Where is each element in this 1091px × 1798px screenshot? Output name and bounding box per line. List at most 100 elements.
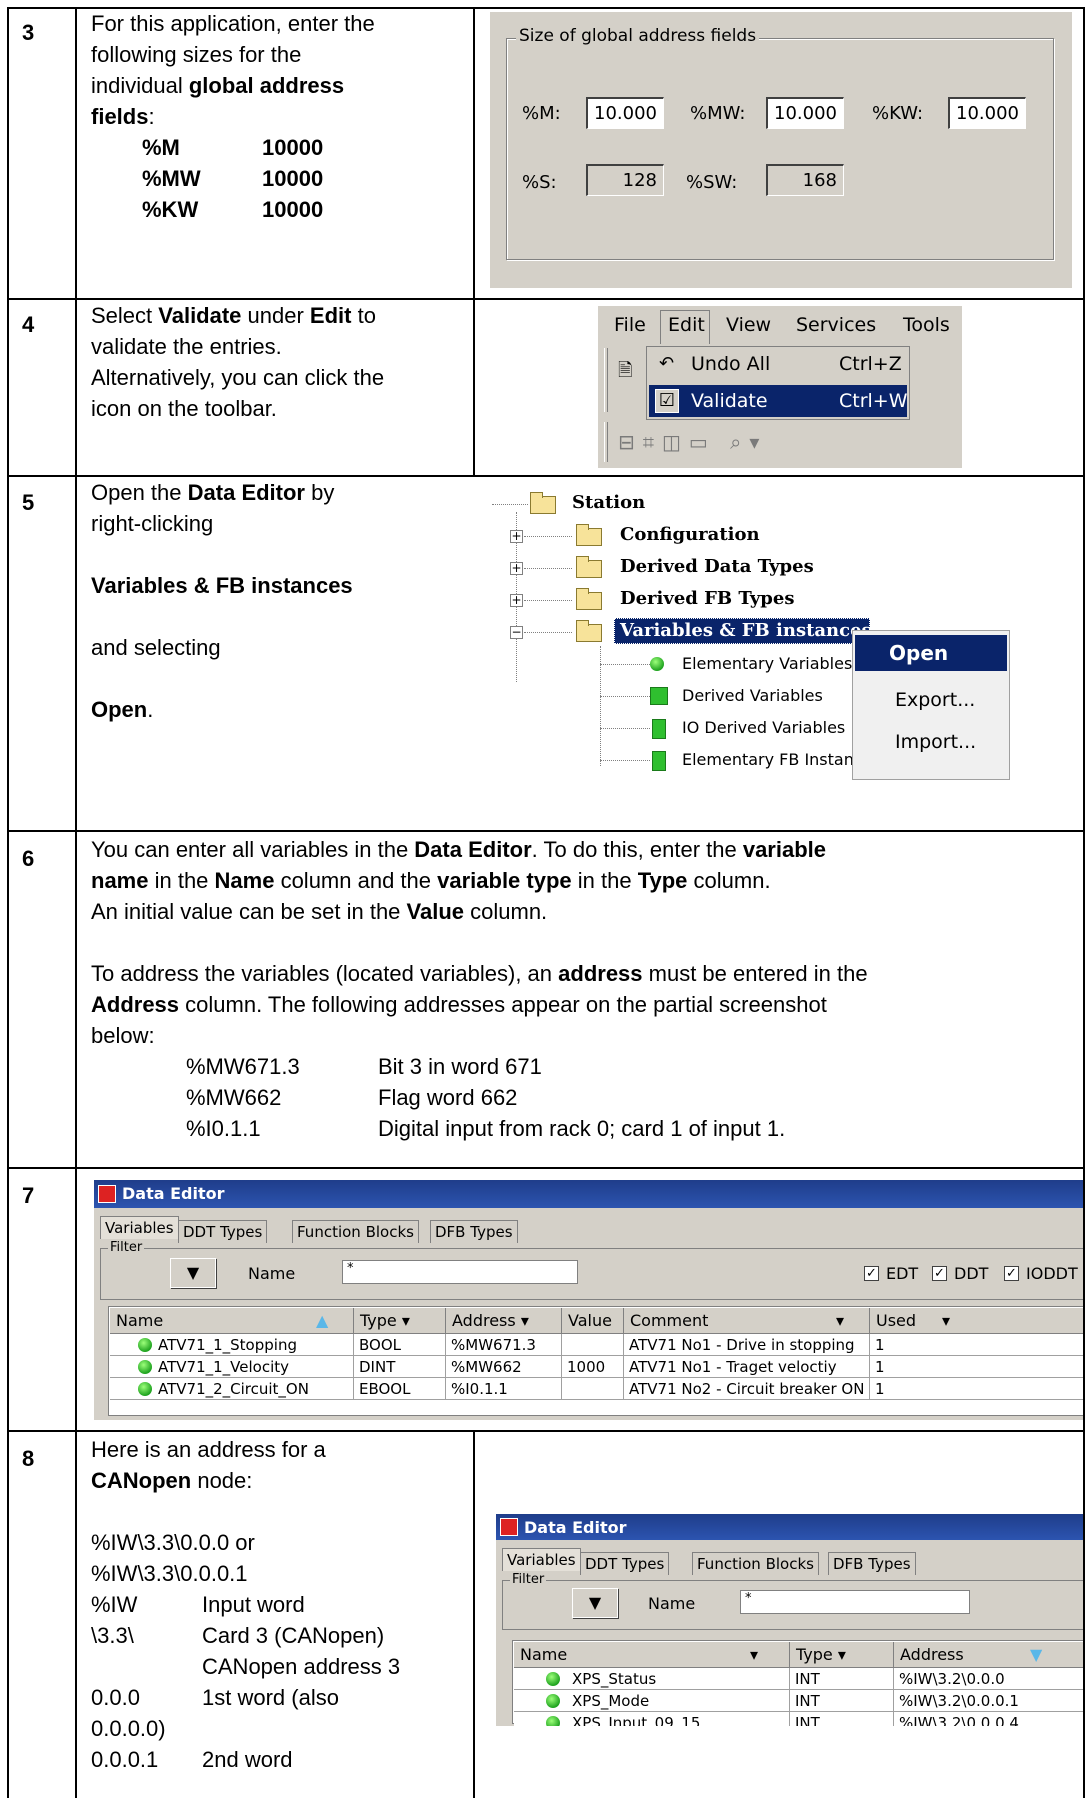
tab-variables[interactable]: Variables: [100, 1216, 179, 1239]
ioddt-checkbox[interactable]: ✓: [1004, 1266, 1019, 1281]
cell-comment[interactable]: ATV71 No1 - Traget veloctiy: [624, 1356, 870, 1378]
filter-button[interactable]: ▼: [572, 1588, 618, 1618]
size-value: 10000: [262, 166, 324, 191]
mw-size-field[interactable]: 10.000: [766, 97, 844, 129]
tree-subitem[interactable]: IO Derived Variables: [682, 718, 845, 737]
m-label: %M:: [522, 103, 561, 124]
menu-tools[interactable]: Tools: [903, 314, 950, 336]
tree-subitem[interactable]: Derived Variables: [682, 686, 823, 705]
tab-function-blocks[interactable]: Function Blocks: [292, 1220, 419, 1243]
menu-view[interactable]: View: [726, 314, 771, 336]
tree-line: [600, 696, 650, 697]
col-header-address[interactable]: Address ▾: [446, 1308, 562, 1334]
context-item-open[interactable]: Open: [889, 641, 948, 665]
tab-dfb-types[interactable]: DFB Types: [430, 1220, 518, 1243]
cell-type[interactable]: BOOL: [354, 1334, 446, 1356]
filter-name-input[interactable]: *: [740, 1590, 970, 1614]
cell-value[interactable]: [562, 1334, 624, 1356]
tree-line: [600, 760, 650, 761]
col-header-comment[interactable]: Comment ▾: [624, 1308, 870, 1334]
m-size-field[interactable]: 10.000: [586, 97, 664, 129]
tree-item-derived-data-types[interactable]: Derived Data Types: [620, 556, 814, 577]
col-header-name[interactable]: Name ▲: [110, 1308, 354, 1334]
menu-services[interactable]: Services: [796, 314, 876, 336]
tree-root-station[interactable]: Station: [572, 492, 645, 513]
address-code: %MW662: [186, 1085, 282, 1110]
cell-type[interactable]: EBOOL: [354, 1378, 446, 1400]
step4-text-line: Select Validate under Edit to: [91, 303, 376, 328]
step4-text-line: Alternatively, you can click the: [91, 365, 385, 390]
cell-used[interactable]: 1: [870, 1378, 1083, 1400]
menu-item-validate[interactable]: Validate: [691, 390, 768, 412]
expand-icon[interactable]: +: [510, 530, 523, 543]
size-name: %M: [142, 135, 180, 160]
col-header-type[interactable]: Type ▾: [790, 1642, 894, 1668]
cell-address[interactable]: %MW671.3: [446, 1334, 562, 1356]
step-number: 4: [22, 312, 35, 337]
column-divider-upper: [473, 7, 475, 475]
tree-subitem[interactable]: Elementary Variables: [682, 654, 852, 673]
sw-label: %SW:: [686, 172, 738, 193]
cell-address[interactable]: %I0.1.1: [446, 1378, 562, 1400]
cell-address[interactable]: %IW\3.2\0.0.0.4: [894, 1712, 1083, 1726]
kw-size-field[interactable]: 10.000: [948, 97, 1026, 129]
cell-value[interactable]: 1000: [562, 1356, 624, 1378]
col-header-value[interactable]: Value: [562, 1308, 624, 1334]
cell-value[interactable]: [562, 1378, 624, 1400]
filter-button[interactable]: ▼: [170, 1258, 216, 1288]
cell-address[interactable]: %MW662: [446, 1356, 562, 1378]
filter-name-label: Name: [248, 1264, 296, 1283]
validate-check-icon: ☑: [655, 389, 679, 413]
menu-edit[interactable]: Edit: [668, 314, 705, 336]
expand-icon[interactable]: +: [510, 594, 523, 607]
cell-comment[interactable]: ATV71 No2 - Circuit breaker ON: [624, 1378, 870, 1400]
table-border-right: [1083, 7, 1085, 1798]
project-tree-screenshot: Station + Configuration + Derived Data T…: [490, 484, 1010, 780]
tab-dfb-types[interactable]: DFB Types: [828, 1552, 916, 1575]
expand-icon[interactable]: +: [510, 562, 523, 575]
cell-used[interactable]: 1: [870, 1334, 1083, 1356]
step5-text-line: Variables & FB instances: [91, 573, 353, 598]
io-derived-variable-icon: [652, 719, 666, 739]
tab-ddt-types[interactable]: DDT Types: [580, 1552, 670, 1575]
col-header-address[interactable]: Address ▼: [894, 1642, 1083, 1668]
tree-item-variables-fb-instances[interactable]: Variables & FB instances: [620, 620, 872, 641]
elementary-variable-icon: [546, 1672, 560, 1686]
tab-variables[interactable]: Variables: [502, 1548, 581, 1571]
cell-address[interactable]: %IW\3.2\0.0.0: [894, 1668, 1083, 1690]
s-size-field: 128: [586, 164, 664, 196]
tree-item-derived-fb-types[interactable]: Derived FB Types: [620, 588, 794, 609]
cell-type[interactable]: INT: [790, 1668, 894, 1690]
ddt-checkbox[interactable]: ✓: [932, 1266, 947, 1281]
tree-subitem[interactable]: Elementary FB Instanc: [682, 750, 863, 769]
tab-function-blocks[interactable]: Function Blocks: [692, 1552, 819, 1575]
def-key: 0.0.0.1: [91, 1747, 159, 1772]
tree-item-configuration[interactable]: Configuration: [620, 524, 760, 545]
menu-file[interactable]: File: [614, 314, 646, 336]
cell-address[interactable]: %IW\3.2\0.0.0.1: [894, 1690, 1083, 1712]
step5-text-line: and selecting: [91, 635, 221, 660]
cell-type[interactable]: INT: [790, 1712, 894, 1726]
tab-ddt-types[interactable]: DDT Types: [178, 1220, 268, 1243]
def-value: 1st word (also: [202, 1685, 339, 1710]
edt-checkbox[interactable]: ✓: [864, 1266, 879, 1281]
funnel-icon: ▼: [186, 1263, 200, 1282]
context-item-export[interactable]: Export...: [895, 689, 975, 711]
cell-type[interactable]: DINT: [354, 1356, 446, 1378]
row-divider: [7, 1430, 1085, 1432]
cell-used[interactable]: 1: [870, 1356, 1083, 1378]
step6-text-line: name in the Name column and the variable…: [91, 868, 771, 893]
menu-item-undo-all[interactable]: Undo All: [691, 353, 770, 375]
col-header-type[interactable]: Type ▾: [354, 1308, 446, 1334]
collapse-icon[interactable]: −: [510, 626, 523, 639]
step8-text-line: %IW\3.3\0.0.0.1: [91, 1561, 248, 1586]
context-item-import[interactable]: Import...: [895, 731, 976, 753]
cell-comment[interactable]: ATV71 No1 - Drive in stopping: [624, 1334, 870, 1356]
col-header-name[interactable]: Name ▾: [514, 1642, 790, 1668]
step3-text-line: fields:: [91, 104, 155, 129]
col-header-used[interactable]: Used ▾: [870, 1308, 1083, 1334]
dropdown-icon: ▾: [401, 1311, 410, 1330]
filter-name-input[interactable]: *: [342, 1260, 578, 1284]
cell-type[interactable]: INT: [790, 1690, 894, 1712]
step-number: 7: [22, 1183, 35, 1208]
